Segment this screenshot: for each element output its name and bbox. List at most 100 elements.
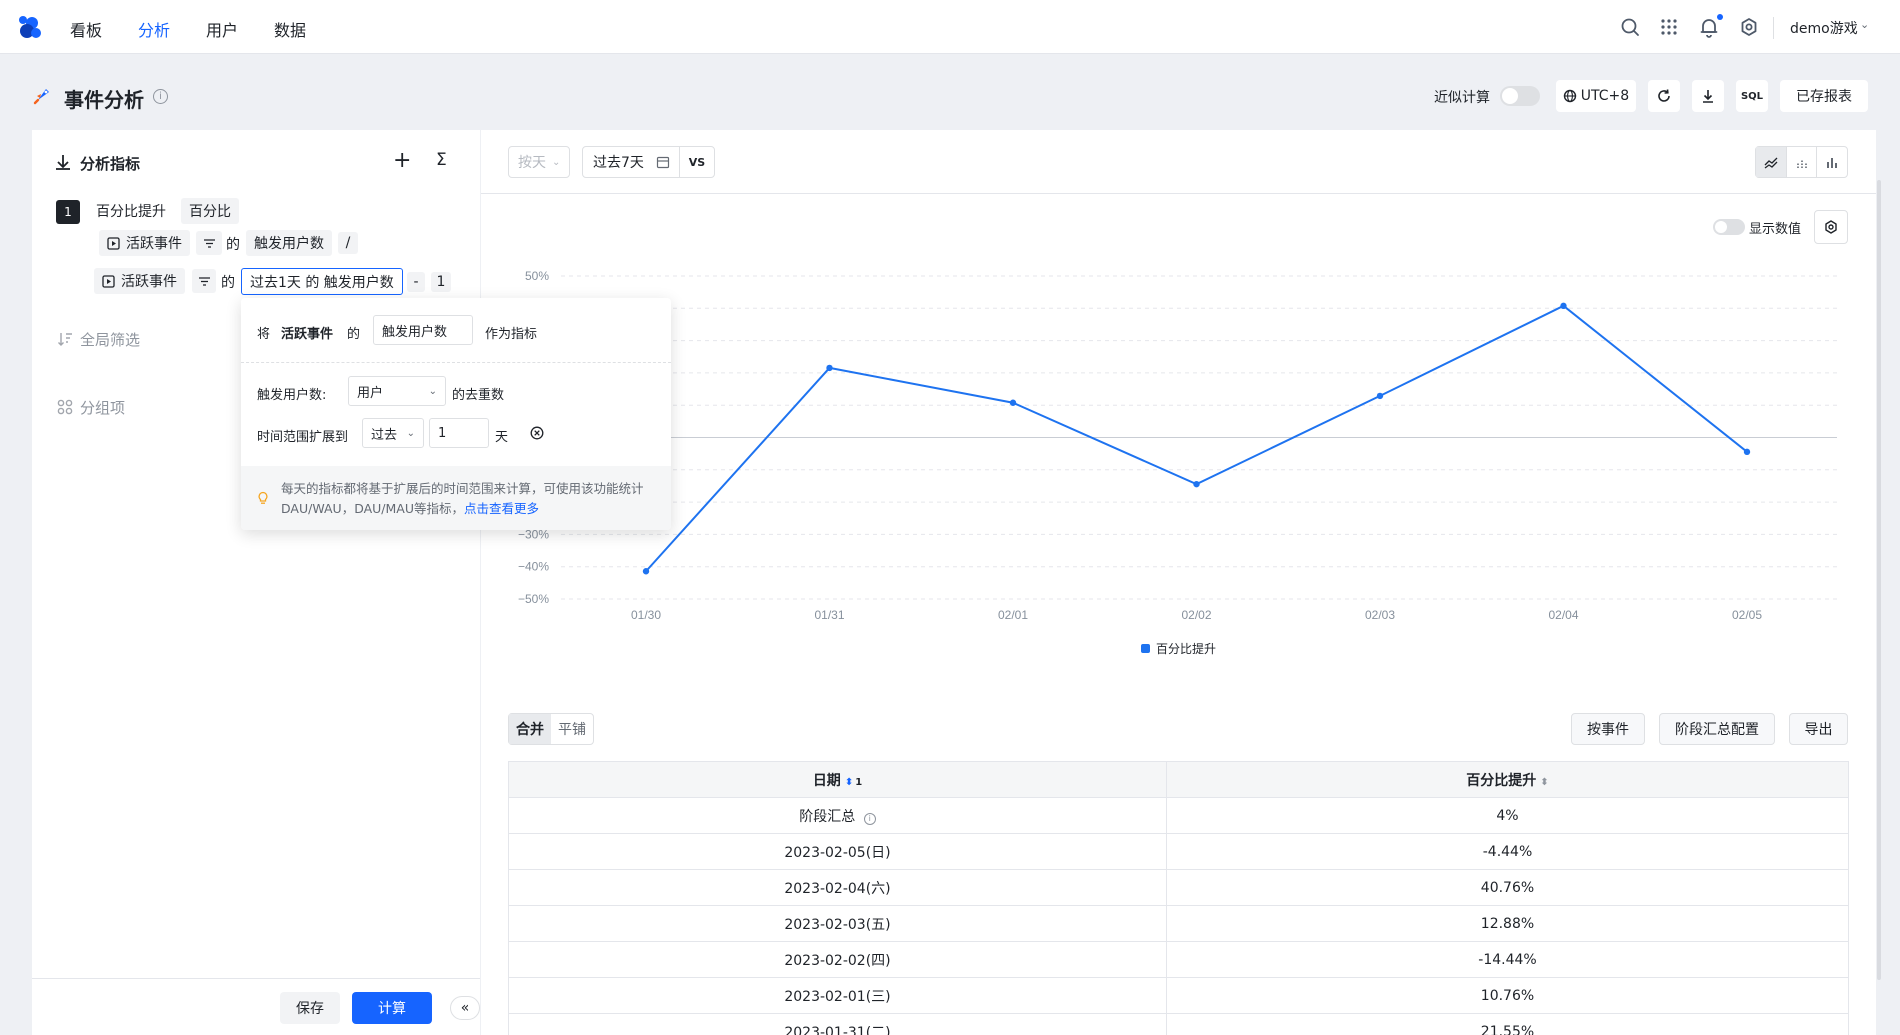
nav-data[interactable]: 数据	[274, 17, 306, 41]
date-cell: 阶段汇总 i	[508, 797, 1167, 834]
value-cell: 40.76%	[1166, 869, 1849, 906]
event-chip-1[interactable]: 活跃事件	[99, 230, 190, 256]
saved-reports-button[interactable]: 已存报表	[1780, 80, 1868, 112]
line-chart-icon	[1764, 157, 1778, 169]
calendar-icon	[656, 156, 670, 169]
tile-mode-tab[interactable]: 平铺	[551, 714, 593, 744]
by-event-button[interactable]: 按事件	[1571, 713, 1645, 745]
event-name: 活跃事件	[126, 236, 182, 252]
property-chip-1[interactable]: 触发用户数	[246, 230, 332, 256]
bar-chart-button[interactable]	[1817, 147, 1847, 177]
table-row-summary: 阶段汇总 i 4%	[508, 797, 1849, 834]
bell-icon[interactable]	[1698, 16, 1720, 38]
x-tick-label: 02/02	[1181, 608, 1211, 622]
lightbulb-icon	[258, 491, 268, 504]
sort-icon[interactable]: ⬍	[845, 777, 853, 788]
dot-chart-button[interactable]	[1787, 147, 1818, 177]
refresh-button[interactable]	[1648, 80, 1680, 112]
nav-divider	[1773, 17, 1774, 39]
filter-button-1[interactable]	[196, 231, 222, 255]
range-value-input[interactable]: 1	[429, 418, 489, 448]
event-chip-2[interactable]: 活跃事件	[94, 268, 185, 294]
info-icon[interactable]: i	[863, 812, 876, 825]
range-mode-select[interactable]: 过去 ⌄	[362, 418, 424, 448]
settings-gear-icon[interactable]	[1738, 16, 1760, 38]
global-filter-icon	[58, 333, 72, 346]
app-logo-icon[interactable]	[14, 14, 44, 40]
dedup-suffix: 的去重数	[452, 388, 505, 403]
nav-analysis[interactable]: 分析	[138, 17, 170, 41]
metric-name[interactable]: 百分比提升	[96, 201, 166, 221]
chevron-down-icon[interactable]: ⌄	[1860, 18, 1869, 31]
approx-calc-toggle[interactable]	[1500, 86, 1540, 106]
nav-users[interactable]: 用户	[206, 17, 238, 41]
merge-mode-tab[interactable]: 合并	[509, 714, 551, 744]
group-by-label[interactable]: 分组项	[80, 397, 125, 418]
info-icon[interactable]: i	[153, 89, 168, 104]
of-label: 的	[221, 275, 235, 291]
summary-label: 阶段汇总	[799, 808, 856, 825]
show-values-label: 显示数值	[1749, 222, 1802, 237]
popover-property-select[interactable]: 触发用户数	[373, 315, 473, 345]
filter-icon	[203, 238, 215, 248]
nav-dashboard[interactable]: 看板	[70, 17, 102, 41]
popover-divider	[241, 362, 671, 363]
dedup-select[interactable]: 用户 ⌄	[348, 376, 446, 406]
popover-of: 的	[347, 327, 361, 342]
column-header-date-label: 日期	[812, 772, 841, 789]
operator-chip-minus[interactable]: -	[407, 272, 425, 292]
scrollbar-thumb[interactable]	[1877, 180, 1881, 980]
show-values-toggle[interactable]	[1713, 219, 1745, 235]
of-label: 的	[226, 237, 240, 253]
clear-circle-icon[interactable]	[530, 426, 544, 440]
granularity-select[interactable]: 按天 ⌄	[508, 146, 570, 178]
property-chip-2-active[interactable]: 过去1天 的 触发用户数	[241, 268, 403, 295]
legend-swatch	[1141, 644, 1150, 653]
date-cell: 2023-02-03(五)	[508, 905, 1167, 942]
timezone-button[interactable]: UTC+8	[1556, 80, 1636, 112]
event-icon	[107, 236, 120, 250]
sort-icon[interactable]: ⬍	[1540, 777, 1548, 788]
table-row: 2023-02-01(三) 10.76%	[508, 977, 1849, 1014]
sql-button[interactable]: SQL	[1736, 80, 1768, 112]
popover-tip-text: 每天的指标都将基于扩展后的时间范围来计算，可使用该功能统计DAU/WAU，DAU…	[281, 479, 651, 519]
date-cell: 2023-02-04(六)	[508, 869, 1167, 906]
y-tick-label: −40%	[518, 560, 549, 574]
project-switcher[interactable]: demo游戏	[1790, 18, 1858, 38]
value-cell: 12.88%	[1166, 905, 1849, 942]
results-table: 日期 ⬍ 1 百分比提升 ⬍ 阶段汇总 i 4% 2023-02-05(日) -4.44…	[508, 761, 1849, 1035]
table-row: 2023-02-03(五) 12.88%	[508, 905, 1849, 942]
line-chart-button[interactable]	[1756, 147, 1787, 177]
compare-vs-button[interactable]: VS	[679, 146, 715, 178]
metric-type-chip[interactable]: 百分比	[181, 198, 239, 224]
search-icon[interactable]	[1619, 16, 1641, 38]
date-range-picker[interactable]: 过去7天	[582, 146, 680, 178]
global-filter-label[interactable]: 全局筛选	[80, 329, 140, 350]
column-header-value[interactable]: 百分比提升 ⬍	[1166, 761, 1849, 798]
rocket-icon	[33, 89, 49, 105]
filter-button-2[interactable]	[192, 269, 216, 293]
granularity-value: 按天	[518, 155, 546, 171]
approx-calc-label: 近似计算	[1434, 90, 1490, 106]
y-tick-label: 50%	[525, 269, 549, 283]
export-button[interactable]: 导出	[1789, 713, 1848, 745]
tip-more-link[interactable]: 点击查看更多	[464, 501, 539, 516]
date-cell: 2023-02-01(三)	[508, 977, 1167, 1014]
stage-summary-config-button[interactable]: 阶段汇总配置	[1659, 713, 1775, 745]
formula-sigma-button[interactable]: Σ	[436, 150, 447, 170]
collapse-panel-button[interactable]: «	[450, 996, 480, 1020]
operator-chip-divide[interactable]: /	[338, 232, 358, 254]
save-button[interactable]: 保存	[280, 992, 340, 1024]
add-metric-button[interactable]: +	[393, 148, 411, 173]
footer-divider	[32, 978, 480, 979]
apps-grid-icon[interactable]	[1658, 16, 1680, 38]
column-header-date[interactable]: 日期 ⬍ 1	[508, 761, 1167, 798]
value-cell: 10.76%	[1166, 977, 1849, 1014]
calculate-button[interactable]: 计算	[352, 992, 432, 1024]
constant-chip[interactable]: 1	[431, 272, 451, 292]
line-chart: 50%40%30%20%10%0%−10%−20%−30%−40%−50%01/…	[518, 269, 1837, 656]
group-by-icon	[57, 399, 73, 415]
chart-settings-button[interactable]	[1814, 210, 1848, 244]
download-button[interactable]	[1692, 80, 1724, 112]
x-tick-label: 02/03	[1365, 608, 1395, 622]
